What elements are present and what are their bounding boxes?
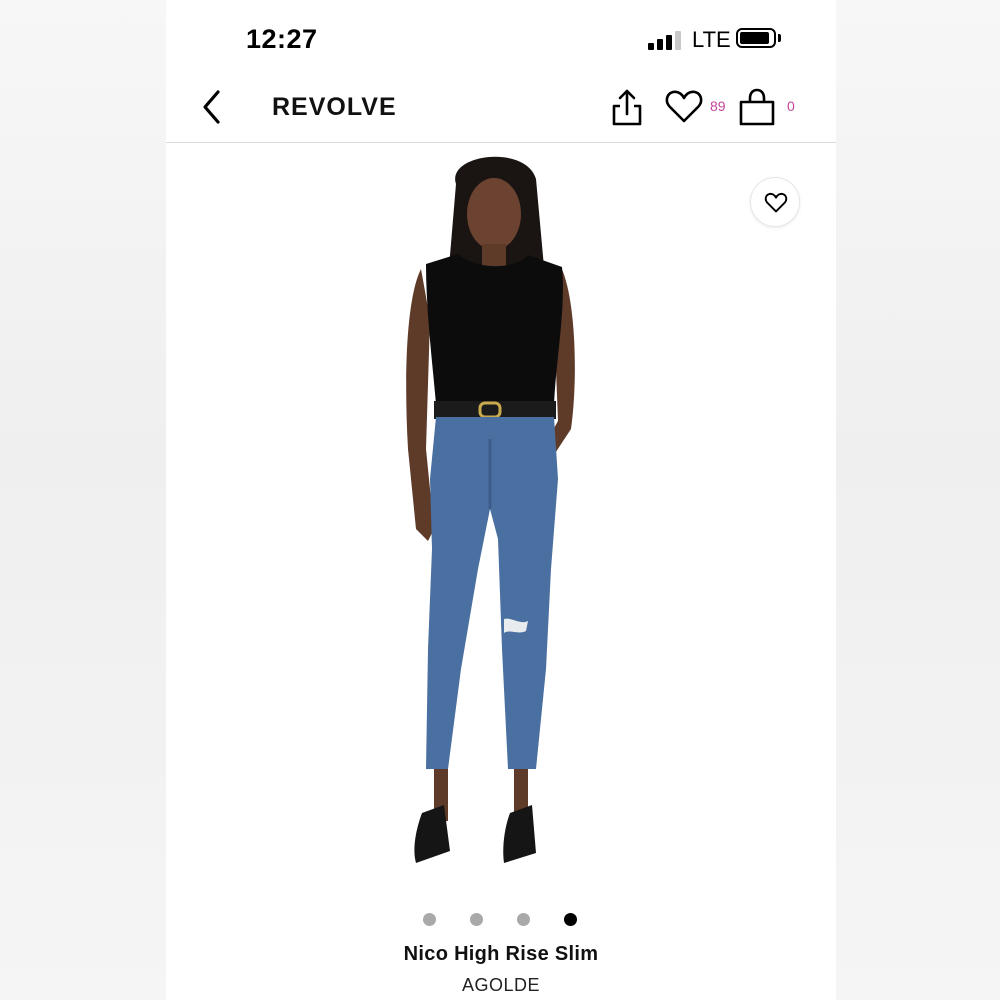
shopping-bag-icon xyxy=(739,88,775,126)
background-blur-left xyxy=(0,0,166,1000)
wishlist-count: 89 xyxy=(710,98,726,114)
wishlist-button[interactable] xyxy=(664,89,704,125)
brand-logo[interactable]: REVOLVE xyxy=(272,93,397,122)
pagination-dot[interactable] xyxy=(517,913,530,926)
background-blur-right xyxy=(834,0,1000,1000)
status-bar: 12:27 LTE xyxy=(166,0,836,75)
pagination-dot[interactable] xyxy=(470,913,483,926)
network-type: LTE xyxy=(692,27,731,52)
image-pagination xyxy=(166,912,836,928)
model-photo xyxy=(406,156,575,863)
top-nav-bar: REVOLVE 89 0 xyxy=(166,75,836,143)
battery-nub xyxy=(778,34,781,42)
favorite-button[interactable] xyxy=(750,177,800,227)
share-icon xyxy=(612,89,642,126)
share-button[interactable] xyxy=(609,87,645,127)
heart-icon xyxy=(764,192,788,213)
battery-icon xyxy=(736,28,776,48)
bag-count: 0 xyxy=(787,98,795,114)
heart-icon xyxy=(665,90,703,123)
status-time: 12:27 xyxy=(246,24,318,54)
product-brand[interactable]: AGOLDE xyxy=(166,975,836,996)
product-name: Nico High Rise Slim xyxy=(403,943,599,965)
product-image[interactable] xyxy=(166,143,836,900)
pagination-dot-active[interactable] xyxy=(564,913,577,926)
chevron-left-icon xyxy=(203,90,220,124)
back-button[interactable] xyxy=(196,87,232,127)
pagination-dot[interactable] xyxy=(423,913,436,926)
signal-strength-icon xyxy=(648,30,684,50)
shopping-bag-button[interactable] xyxy=(738,87,776,127)
phone-screen: 12:27 LTE REVOLVE 89 0 Nico High Rise Sl… xyxy=(166,0,836,1000)
